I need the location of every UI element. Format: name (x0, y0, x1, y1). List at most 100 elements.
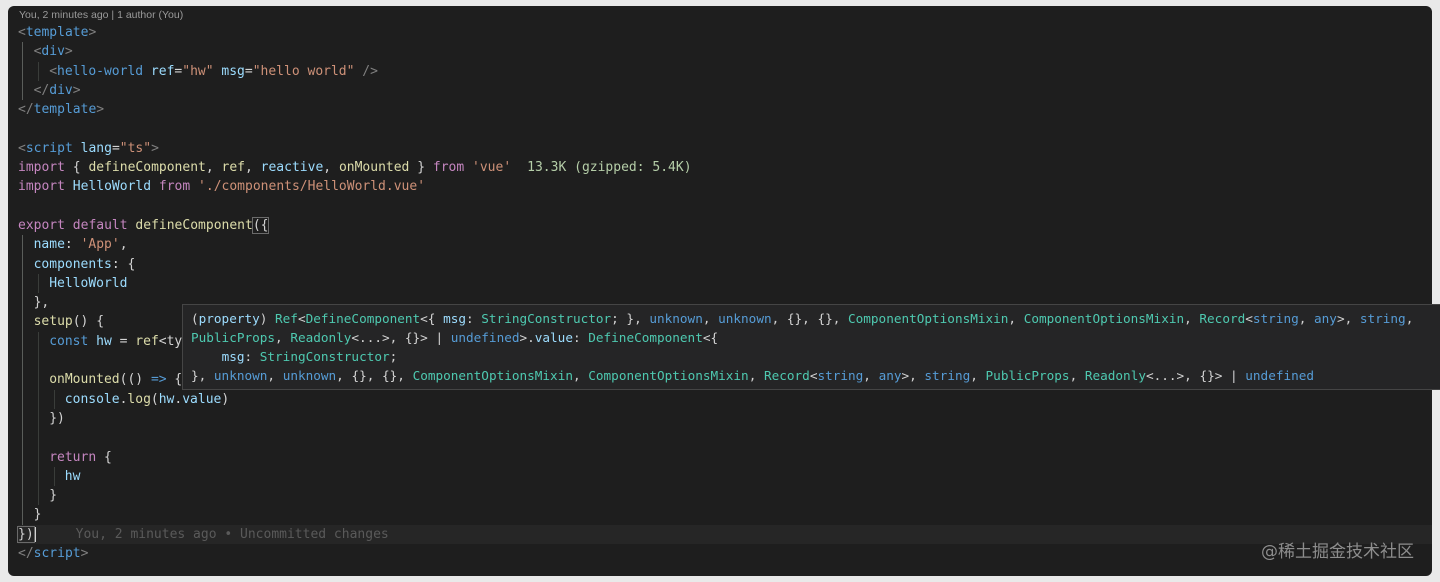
token: , (245, 160, 261, 176)
token: , (323, 160, 339, 176)
code-line-12: name: 'App', (18, 235, 1432, 255)
indent-guide (22, 312, 23, 332)
token: < (18, 25, 26, 40)
token: log (127, 391, 151, 407)
token: HelloWorld (49, 275, 128, 291)
hover-line-3: msg: StringConstructor; (221, 349, 398, 364)
indent-guide (38, 273, 39, 294)
code-line-13: components: { (18, 254, 1432, 274)
token: , (205, 160, 222, 176)
indent-guide (22, 80, 23, 101)
hover-line-4: }, unknown, unknown, {}, {}, ComponentOp… (191, 368, 1315, 383)
type-hover-tooltip[interactable]: (property) Ref<DefineComponent<{ msg: St… (182, 304, 1440, 390)
code-line-20: console.log(hw.value) (18, 389, 1432, 409)
code-line-27-current: }) You, 2 minutes ago • Uncommitted chang… (17, 524, 1432, 545)
indent-guide (22, 389, 23, 409)
code-line-4: </div> (18, 80, 1432, 101)
token: ( (150, 391, 159, 407)
token: from (432, 160, 465, 176)
token: } (33, 507, 42, 523)
indent-guide (22, 447, 23, 467)
token: setup (33, 314, 73, 330)
code-line-28: </script> (18, 544, 1432, 563)
token: </ (33, 82, 50, 98)
token: return (49, 449, 97, 465)
indent-guide (38, 447, 39, 467)
token: { (166, 372, 183, 388)
token: }) (49, 410, 65, 426)
token: template (25, 25, 89, 40)
token: script (25, 140, 73, 156)
token: import (18, 160, 65, 176)
token: ref (221, 160, 245, 176)
code-line-5: </template> (18, 100, 1432, 119)
token: components (33, 256, 112, 272)
code-line-24: hw (18, 466, 1432, 487)
token: import (18, 179, 65, 195)
token: hw (64, 468, 81, 484)
token: > (72, 82, 81, 98)
token: = (244, 63, 253, 79)
indent-guide (22, 486, 23, 506)
token: lang (72, 140, 112, 156)
token: value (182, 391, 222, 407)
token: <ty (158, 333, 183, 349)
token: 'App' (80, 237, 120, 253)
code-line-8: import { defineComponent, ref, reactive,… (18, 158, 1432, 177)
indent-guide (38, 428, 39, 448)
indent-guide (38, 331, 39, 352)
code-line-14: HelloWorld (18, 273, 1432, 294)
token: }) (17, 525, 35, 543)
token: </ (18, 102, 34, 118)
token: { (96, 449, 112, 465)
git-blame-codelens[interactable]: You, 2 minutes ago | 1 author (You) (19, 8, 183, 22)
indent-guide (38, 351, 39, 371)
hover-line-1: (property) Ref<DefineComponent<{ msg: St… (191, 311, 1414, 326)
watermark: @稀土掘金技术社区 (1261, 542, 1414, 562)
code-line-26: } (18, 505, 1432, 525)
token: defineComponent (88, 160, 206, 176)
indent-guide (38, 466, 39, 487)
token: = (111, 333, 136, 349)
code-line-1: <template> (18, 23, 1432, 42)
token: onMounted (338, 160, 410, 176)
token: { (64, 160, 89, 176)
token: > (88, 25, 97, 40)
token: hw (158, 391, 175, 407)
token: default (72, 217, 128, 233)
text-cursor (34, 526, 36, 542)
indent-guide (22, 61, 23, 81)
indent-guide (22, 505, 23, 525)
token: < (49, 63, 58, 79)
token: , (119, 237, 128, 253)
token: ({ (251, 216, 270, 234)
import-cost-annotation: 13.3K (gzipped: 5.4K) (527, 160, 692, 176)
editor-text-area[interactable]: <template> <div> <hello-world ref="hw" m… (17, 23, 1432, 563)
indent-guide (22, 331, 23, 352)
token: console (64, 391, 120, 407)
token: reactive (260, 160, 324, 176)
token: () { (72, 314, 105, 330)
token: /> (354, 63, 378, 79)
token: hello-world (57, 63, 144, 79)
token: > (151, 140, 159, 156)
token: }, (33, 295, 50, 311)
token: </ (18, 546, 34, 562)
token: './components/HelloWorld.vue' (198, 179, 426, 195)
token: => (150, 372, 167, 388)
token: ) (221, 391, 230, 407)
token: div (41, 44, 65, 60)
token: "ts" (119, 140, 152, 156)
token: msg (213, 63, 245, 79)
code-line-7: <script lang="ts"> (18, 139, 1432, 158)
token: hw (96, 333, 112, 349)
token: div (49, 82, 73, 98)
code-line-21: }) (18, 408, 1432, 429)
token: > (80, 546, 89, 562)
token: template (33, 102, 97, 118)
indent-guide (22, 370, 23, 390)
